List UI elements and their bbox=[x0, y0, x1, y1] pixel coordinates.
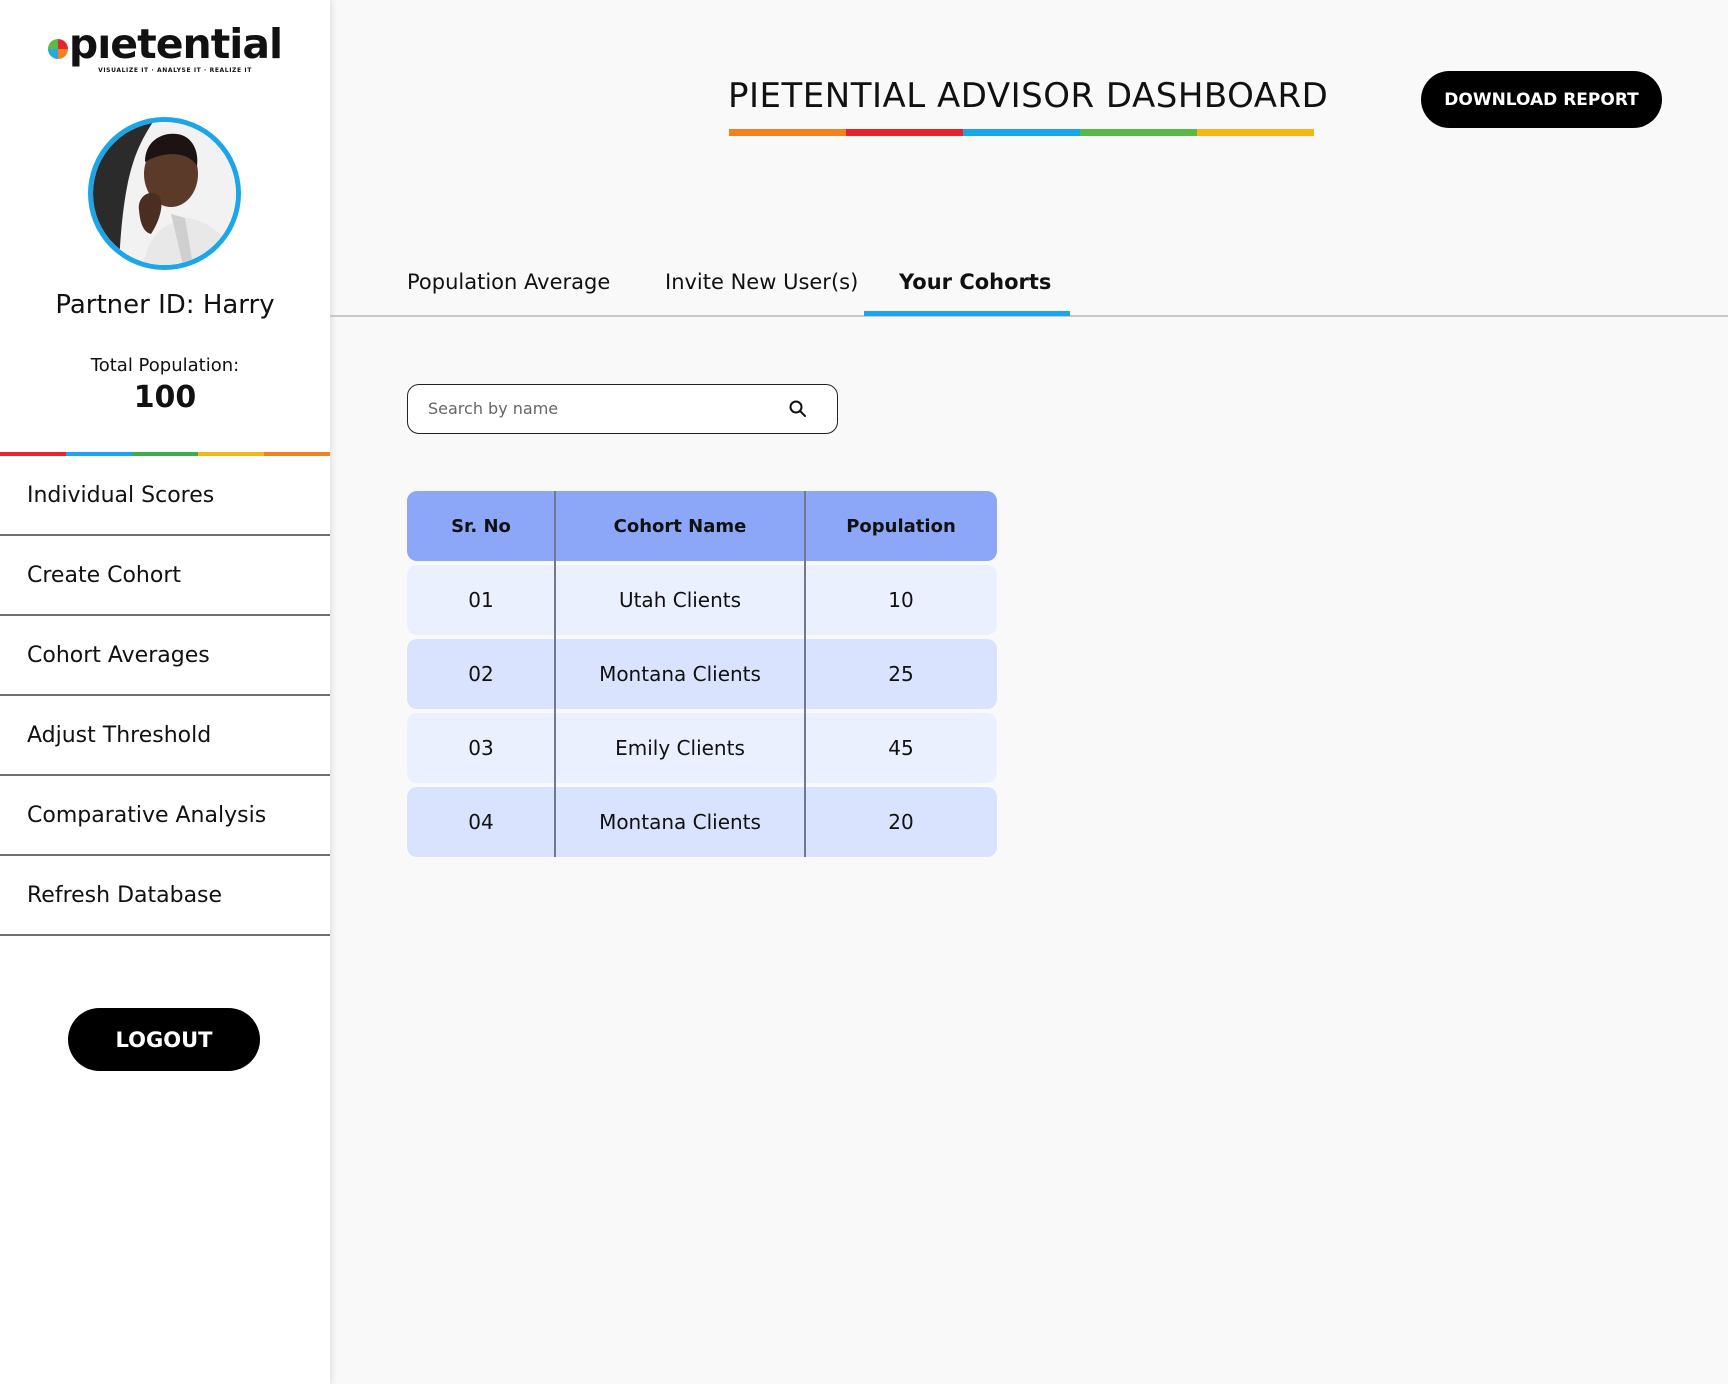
table-row[interactable]: 03 Emily Clients 45 bbox=[407, 713, 997, 783]
cell-sr-no: 02 bbox=[468, 662, 494, 686]
total-population-label: Total Population: bbox=[90, 355, 240, 376]
tab-bar: Population Average Invite New User(s) Yo… bbox=[330, 262, 1728, 317]
sidebar-nav: Individual Scores Create Cohort Cohort A… bbox=[0, 456, 330, 936]
avatar bbox=[88, 117, 241, 270]
title-color-bar bbox=[729, 129, 1314, 136]
cell-cohort-name: Montana Clients bbox=[599, 810, 761, 834]
column-header-cohort-name: Cohort Name bbox=[613, 515, 747, 537]
profile-photo-icon bbox=[93, 122, 236, 265]
cell-population: 20 bbox=[888, 810, 914, 834]
table-row[interactable]: 02 Montana Clients 25 bbox=[407, 639, 997, 709]
logout-button[interactable]: LOGOUT bbox=[68, 1008, 260, 1071]
brand-logo: pıetential VISUALIZE IT · ANALYSE IT · R… bbox=[0, 22, 330, 82]
download-report-button[interactable]: DOWNLOAD REPORT bbox=[1421, 71, 1662, 128]
sidebar-item-cohort-averages[interactable]: Cohort Averages bbox=[0, 616, 330, 696]
column-header-sr-no: Sr. No bbox=[451, 515, 511, 537]
tab-invite-new-users[interactable]: Invite New User(s) bbox=[665, 270, 858, 294]
column-divider bbox=[804, 491, 806, 857]
cell-cohort-name: Emily Clients bbox=[615, 736, 745, 760]
cell-cohort-name: Montana Clients bbox=[599, 662, 761, 686]
table-row[interactable]: 01 Utah Clients 10 bbox=[407, 565, 997, 635]
sidebar-item-refresh-database[interactable]: Refresh Database bbox=[0, 856, 330, 936]
cell-sr-no: 04 bbox=[468, 810, 494, 834]
cell-population: 25 bbox=[888, 662, 914, 686]
sidebar-item-individual-scores[interactable]: Individual Scores bbox=[0, 456, 330, 536]
logo-wordmark: pıetential bbox=[47, 20, 283, 68]
sidebar-item-comparative-analysis[interactable]: Comparative Analysis bbox=[0, 776, 330, 856]
sidebar-item-create-cohort[interactable]: Create Cohort bbox=[0, 536, 330, 616]
sidebar: pıetential VISUALIZE IT · ANALYSE IT · R… bbox=[0, 0, 330, 1384]
search-input[interactable] bbox=[428, 385, 788, 432]
tab-your-cohorts[interactable]: Your Cohorts bbox=[899, 270, 1051, 294]
logo-tagline: VISUALIZE IT · ANALYSE IT · REALIZE IT bbox=[98, 67, 252, 74]
cell-cohort-name: Utah Clients bbox=[618, 588, 742, 612]
dashboard-app: pıetential VISUALIZE IT · ANALYSE IT · R… bbox=[0, 0, 1728, 1384]
cell-sr-no: 03 bbox=[468, 736, 494, 760]
logo-text: pıetential bbox=[68, 20, 283, 68]
cohorts-table: Sr. No Cohort Name Population 01 Utah Cl… bbox=[407, 491, 997, 857]
total-population-value: 100 bbox=[133, 380, 197, 415]
cell-population: 10 bbox=[888, 588, 914, 612]
cell-population: 45 bbox=[888, 736, 914, 760]
active-tab-indicator bbox=[864, 311, 1070, 316]
search-box bbox=[407, 384, 838, 434]
column-divider bbox=[554, 491, 556, 857]
cell-sr-no: 01 bbox=[468, 588, 494, 612]
pie-logo-icon bbox=[47, 39, 68, 59]
partner-id: Partner ID: Harry bbox=[55, 290, 275, 320]
column-header-population: Population bbox=[846, 515, 956, 537]
search-icon[interactable] bbox=[788, 399, 808, 419]
tab-population-average[interactable]: Population Average bbox=[407, 270, 610, 294]
sidebar-item-adjust-threshold[interactable]: Adjust Threshold bbox=[0, 696, 330, 776]
page-title: PIETENTIAL ADVISOR DASHBOARD bbox=[728, 76, 1329, 116]
table-row[interactable]: 04 Montana Clients 20 bbox=[407, 787, 997, 857]
table-header: Sr. No Cohort Name Population bbox=[407, 491, 997, 561]
